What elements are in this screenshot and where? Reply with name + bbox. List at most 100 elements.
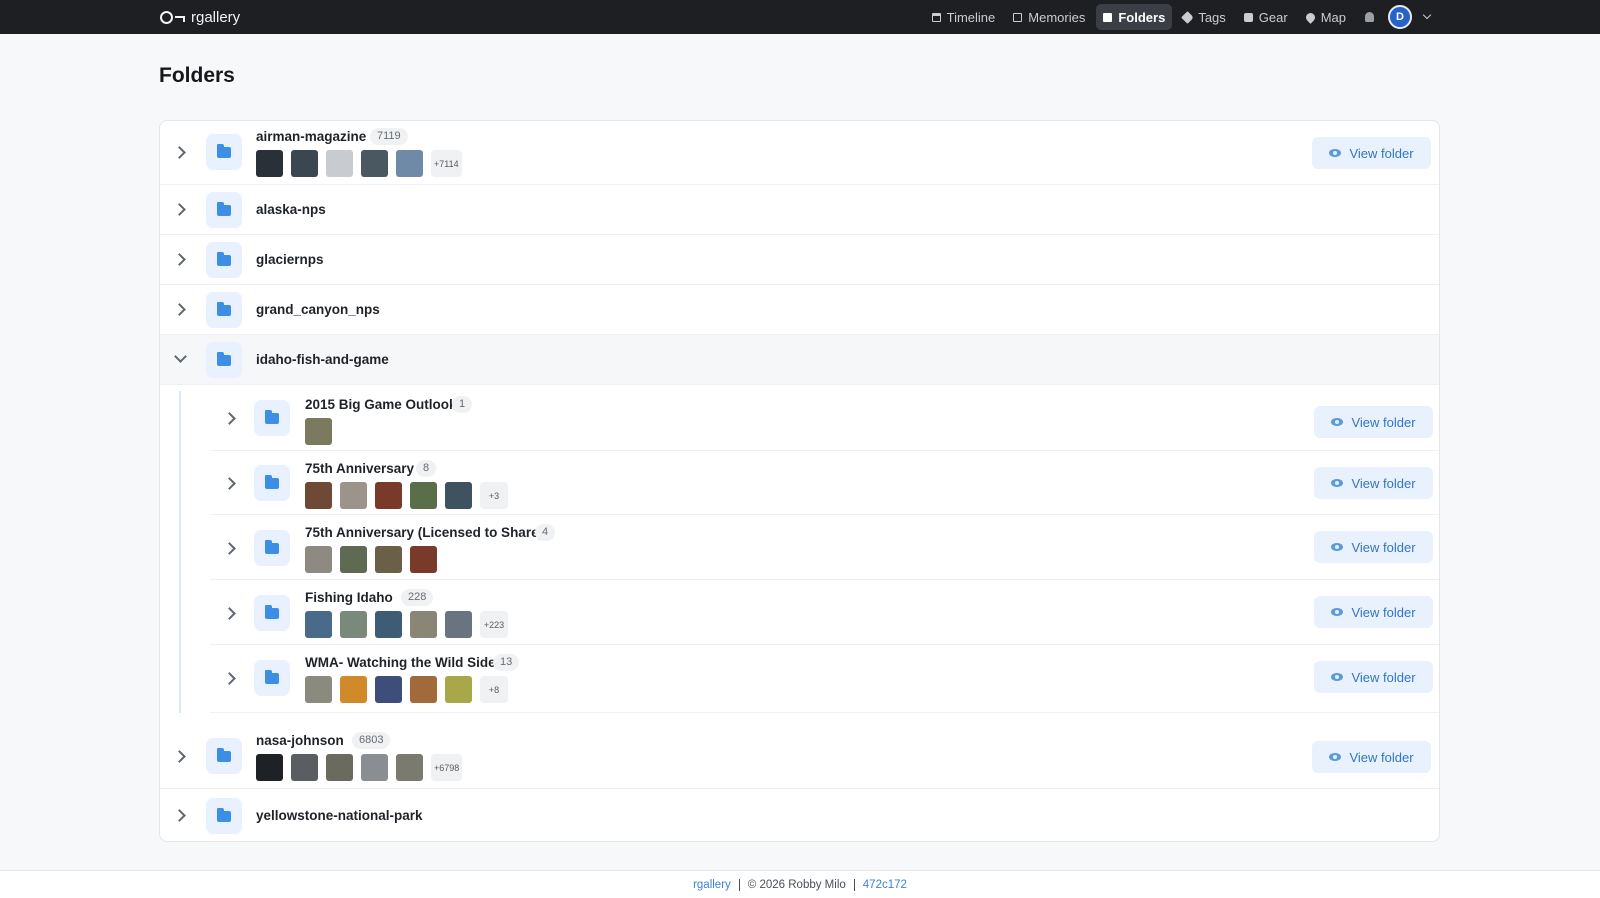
chevron-right-icon[interactable] [223,607,236,620]
photo-thumbnail[interactable] [445,482,472,509]
view-folder-button[interactable]: View folder [1314,661,1433,693]
photo-thumbnail[interactable] [361,150,388,177]
chevron-right-icon[interactable] [223,477,236,490]
folder-name[interactable]: airman-magazine [256,129,366,144]
photo-thumbnail[interactable] [410,482,437,509]
folder-row-expanded[interactable]: idaho-fish-and-game [160,335,1439,385]
photo-count-badge: 6803 [352,732,391,749]
photo-thumbnail[interactable] [305,546,332,573]
photo-thumbnail[interactable] [375,611,402,638]
nav-memories[interactable]: Memories [1006,4,1092,30]
map-pin-icon [1303,10,1317,24]
subfolder-row[interactable]: 2015 Big Game Outlook 1 View folder [210,385,1439,451]
photo-thumbnail[interactable] [340,676,367,703]
thumbnail-strip: +3 [305,482,508,509]
footer-app-link[interactable]: rgallery [693,879,731,891]
chevron-right-icon[interactable] [173,203,186,216]
chevron-right-icon[interactable] [223,412,236,425]
folder-row[interactable]: nasa-johnson 6803 +6798 View folder [160,725,1439,789]
folder-name[interactable]: WMA- Watching the Wild Side [305,655,496,670]
view-folder-button[interactable]: View folder [1314,467,1433,499]
photo-thumbnail[interactable] [291,754,318,781]
folder-icon [1103,12,1113,22]
photo-thumbnail[interactable] [305,611,332,638]
photo-thumbnail[interactable] [305,482,332,509]
nav-gear[interactable]: Gear [1237,4,1295,30]
view-folder-button[interactable]: View folder [1314,406,1433,438]
thumbnail-strip [305,418,332,445]
footer-divider [738,878,740,891]
chevron-right-icon[interactable] [173,146,186,159]
subfolder-row[interactable]: Fishing Idaho 228 +223 View folder [210,580,1439,645]
photo-count-badge: 13 [493,654,520,671]
photo-thumbnail[interactable] [340,611,367,638]
nav-timeline[interactable]: Timeline [925,4,1003,30]
eye-icon [1331,673,1344,681]
user-avatar[interactable]: D [1388,5,1412,29]
folder-name[interactable]: glaciernps [256,252,324,267]
view-folder-button[interactable]: View folder [1314,531,1433,563]
chevron-right-icon[interactable] [173,809,186,822]
folder-icon [206,134,242,170]
photo-thumbnail[interactable] [291,150,318,177]
folder-row[interactable]: airman-magazine 7119 +7114 View folder [160,121,1439,185]
photo-thumbnail[interactable] [326,754,353,781]
footer-version-link[interactable]: 472c172 [863,879,907,891]
eye-icon [1331,608,1344,616]
folder-name[interactable]: grand_canyon_nps [256,302,380,317]
chevron-right-icon[interactable] [223,542,236,555]
chevron-down-icon[interactable] [1422,10,1432,20]
folder-row[interactable]: glaciernps [160,235,1439,285]
photo-thumbnail[interactable] [375,546,402,573]
folder-icon [206,342,242,378]
photo-thumbnail[interactable] [445,611,472,638]
nav-tags[interactable]: Tags [1176,4,1232,30]
folder-name[interactable]: 2015 Big Game Outlook [305,397,457,412]
photo-thumbnail[interactable] [410,546,437,573]
subfolder-row[interactable]: 75th Anniversary (Licensed to Share) 4 V… [210,515,1439,580]
chevron-right-icon[interactable] [173,303,186,316]
folder-row[interactable]: yellowstone-national-park [160,789,1439,841]
folder-name[interactable]: yellowstone-national-park [256,808,423,823]
subfolder-row[interactable]: WMA- Watching the Wild Side 13 +8 View f… [210,645,1439,713]
subfolder-row[interactable]: 75th Anniversary 8 +3 View folder [210,451,1439,515]
nav-folders[interactable]: Folders [1096,4,1173,30]
folder-name[interactable]: idaho-fish-and-game [256,352,389,367]
photo-thumbnail[interactable] [305,676,332,703]
photo-thumbnail[interactable] [305,418,332,445]
nav-map[interactable]: Map [1299,4,1353,30]
photo-thumbnail[interactable] [410,676,437,703]
view-folder-button[interactable]: View folder [1314,596,1433,628]
photo-thumbnail[interactable] [340,546,367,573]
page-title: Folders [159,64,235,87]
brand-logo[interactable]: rgallery [160,7,240,27]
photo-thumbnail[interactable] [445,676,472,703]
notification-bell-icon[interactable] [1365,12,1374,22]
folder-row[interactable]: grand_canyon_nps [160,285,1439,335]
photo-thumbnail[interactable] [396,754,423,781]
photo-thumbnail[interactable] [396,150,423,177]
folder-icon [254,465,290,501]
chevron-down-icon[interactable] [174,350,187,363]
photo-thumbnail[interactable] [340,482,367,509]
folder-row[interactable]: alaska-nps [160,185,1439,235]
folder-name[interactable]: nasa-johnson [256,733,344,748]
view-folder-button[interactable]: View folder [1312,741,1431,773]
view-folder-button[interactable]: View folder [1312,137,1431,169]
footer-divider [853,878,855,891]
photo-thumbnail[interactable] [326,150,353,177]
photo-thumbnail[interactable] [256,754,283,781]
photo-thumbnail[interactable] [361,754,388,781]
chevron-right-icon[interactable] [223,672,236,685]
photo-thumbnail[interactable] [256,150,283,177]
eye-icon [1331,418,1344,426]
folder-name[interactable]: Fishing Idaho [305,590,393,605]
folder-name[interactable]: 75th Anniversary [305,461,414,476]
folder-name[interactable]: 75th Anniversary (Licensed to Share) [305,525,543,540]
folder-name[interactable]: alaska-nps [256,202,326,217]
chevron-right-icon[interactable] [173,750,186,763]
photo-thumbnail[interactable] [375,482,402,509]
photo-thumbnail[interactable] [410,611,437,638]
photo-thumbnail[interactable] [375,676,402,703]
chevron-right-icon[interactable] [173,253,186,266]
